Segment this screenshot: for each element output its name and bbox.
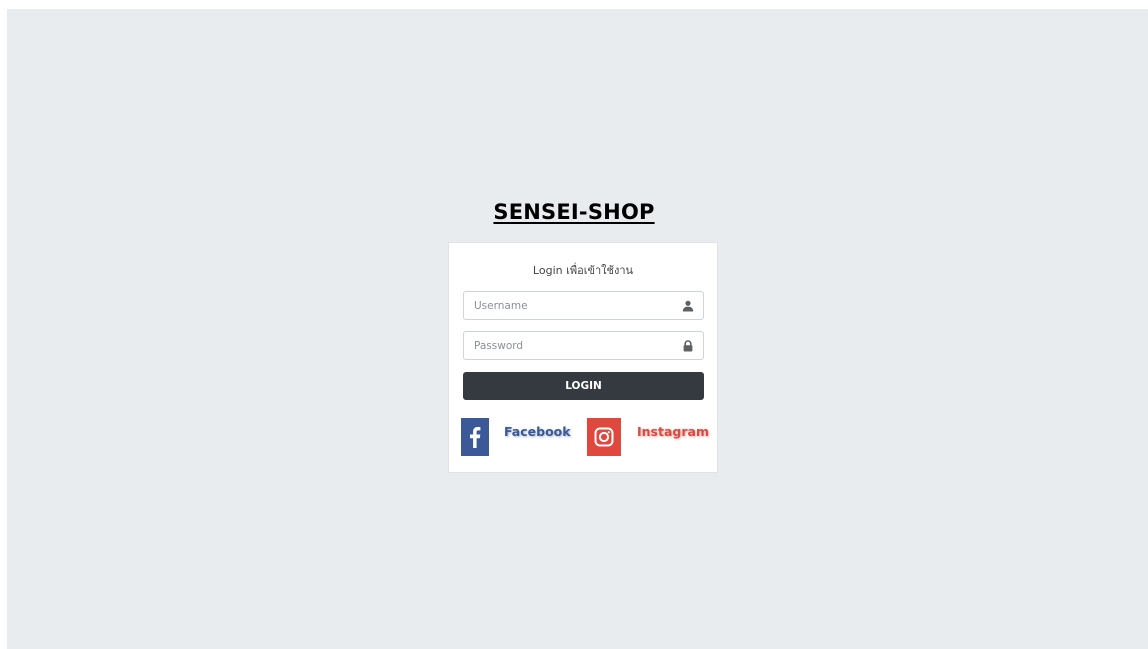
login-card: Login เพื่อเข้าใช้งาน LOGIN Facebook — [448, 242, 718, 473]
brand-title: SENSEI-SHOP — [493, 200, 655, 224]
user-icon — [682, 300, 694, 312]
facebook-button[interactable] — [461, 418, 489, 456]
password-input[interactable] — [464, 332, 684, 359]
instagram-icon — [594, 427, 614, 447]
username-field[interactable] — [463, 291, 704, 320]
instagram-link[interactable]: Instagram — [637, 424, 709, 439]
lock-icon — [683, 340, 693, 352]
login-message: Login เพื่อเข้าใช้งาน — [532, 264, 634, 277]
facebook-link[interactable]: Facebook — [504, 424, 571, 439]
password-field[interactable] — [463, 331, 704, 360]
facebook-icon — [470, 426, 481, 448]
instagram-button[interactable] — [587, 418, 621, 456]
login-button[interactable]: LOGIN — [463, 372, 704, 400]
username-input[interactable] — [464, 292, 684, 319]
